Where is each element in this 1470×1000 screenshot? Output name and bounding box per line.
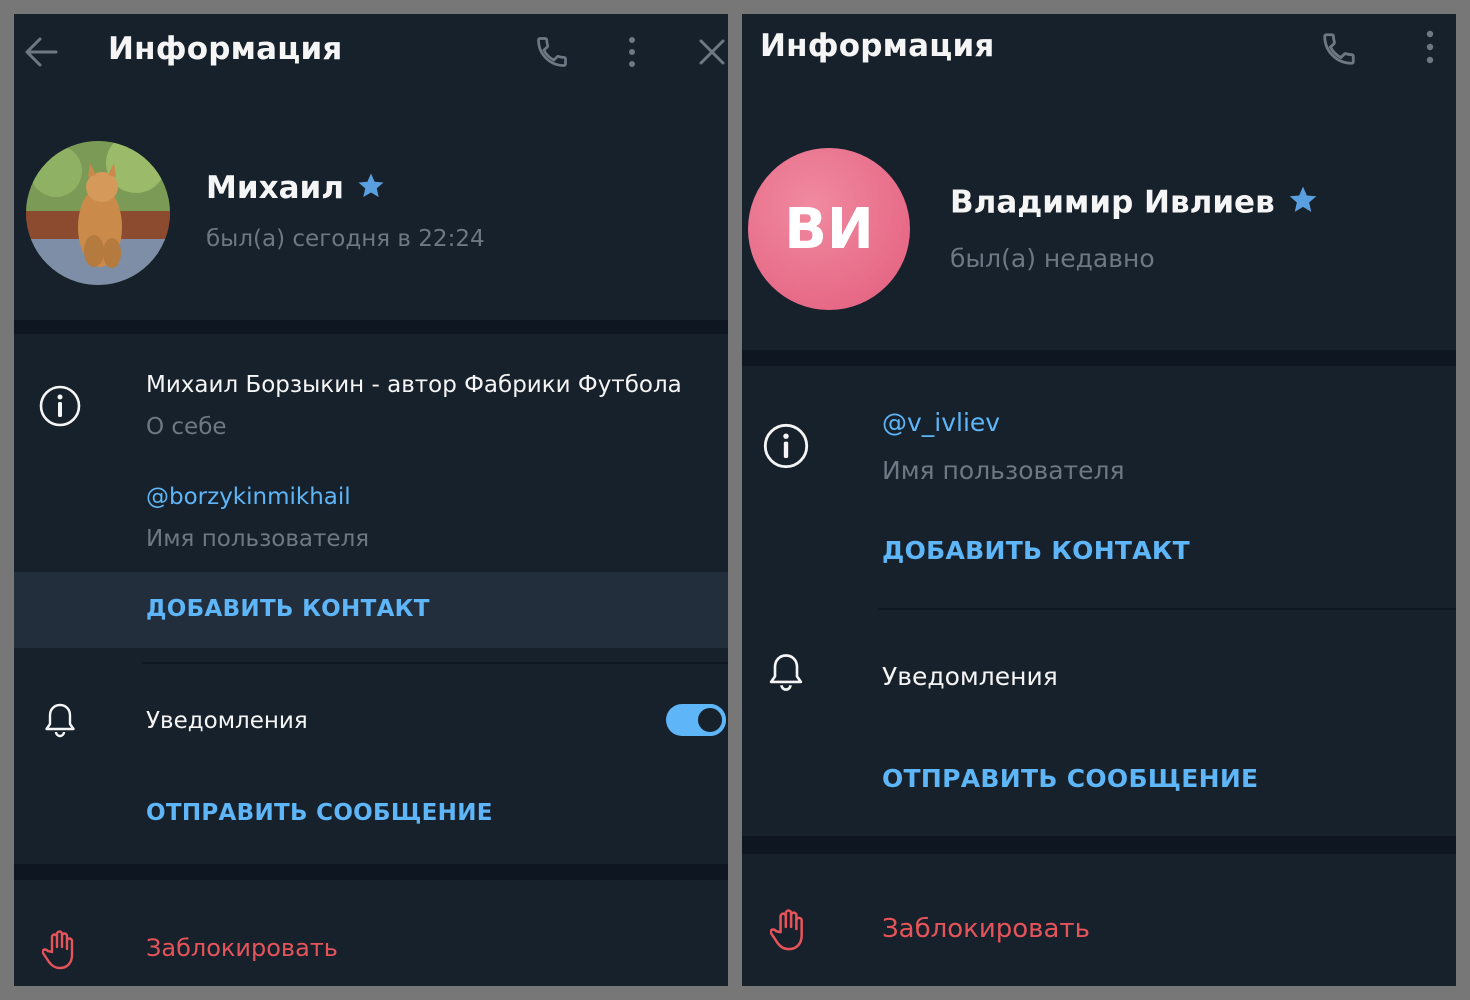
block-button[interactable]: Заблокировать [146, 934, 338, 962]
profile-name-row: Михаил [206, 170, 386, 209]
hand-stop-icon [770, 906, 808, 952]
notifications-toggle[interactable] [666, 704, 726, 736]
add-contact-row[interactable]: ДОБАВИТЬ КОНТАКТ [14, 572, 728, 648]
profile-name-row: Владимир Ивлиев [950, 184, 1319, 224]
bio-text: Михаил Борзыкин - автор Фабрики Футбола [146, 372, 682, 398]
send-message-button[interactable]: ОТПРАВИТЬ СООБЩЕНИЕ [146, 800, 493, 826]
header-title: Информация [108, 31, 343, 67]
profile-status: был(а) сегодня в 22:24 [206, 226, 485, 252]
info-icon [762, 422, 810, 470]
username-label: Имя пользователя [882, 456, 1125, 485]
notifications-label: Уведомления [882, 662, 1058, 691]
phone-icon[interactable] [534, 34, 570, 70]
profile-status: был(а) недавно [950, 244, 1155, 273]
phone-icon[interactable] [1320, 30, 1358, 68]
section-separator [14, 864, 728, 880]
more-vertical-icon[interactable] [1420, 28, 1440, 66]
right-profile-panel: Информация ВИ Владимир Ивлиев был(а) нед… [742, 14, 1456, 986]
favorite-star-icon [356, 171, 386, 209]
toggle-knob [694, 704, 726, 736]
bell-icon [764, 650, 808, 694]
username-link[interactable]: @v_ivliev [882, 408, 1000, 437]
notifications-label: Уведомления [146, 708, 308, 734]
username-label: Имя пользователя [146, 526, 370, 552]
hand-stop-icon [42, 928, 78, 970]
add-contact-button[interactable]: ДОБАВИТЬ КОНТАКТ [882, 536, 1190, 565]
avatar[interactable] [26, 141, 170, 285]
add-contact-button[interactable]: ДОБАВИТЬ КОНТАКТ [146, 596, 430, 622]
section-separator [14, 320, 728, 334]
bell-icon [40, 700, 80, 740]
avatar-initials[interactable]: ВИ [748, 148, 910, 310]
left-profile-panel: Информация Михаил был(а) сегодня в 22:24 [14, 14, 728, 986]
bio-label: О себе [146, 414, 227, 440]
info-icon [38, 384, 82, 428]
section-separator [742, 350, 1456, 366]
section-separator [742, 836, 1456, 854]
block-button[interactable]: Заблокировать [882, 914, 1090, 944]
send-message-button[interactable]: ОТПРАВИТЬ СООБЩЕНИЕ [882, 764, 1258, 793]
row-divider [142, 662, 728, 664]
close-icon[interactable] [698, 38, 726, 66]
profile-name: Михаил [206, 170, 344, 206]
username-link[interactable]: @borzykinmikhail [146, 484, 351, 510]
favorite-star-icon [1287, 184, 1319, 224]
back-arrow-icon[interactable] [24, 36, 58, 68]
more-vertical-icon[interactable] [622, 34, 642, 70]
profile-name: Владимир Ивлиев [950, 184, 1275, 221]
row-divider [878, 608, 1456, 610]
header-title: Информация [760, 28, 995, 64]
